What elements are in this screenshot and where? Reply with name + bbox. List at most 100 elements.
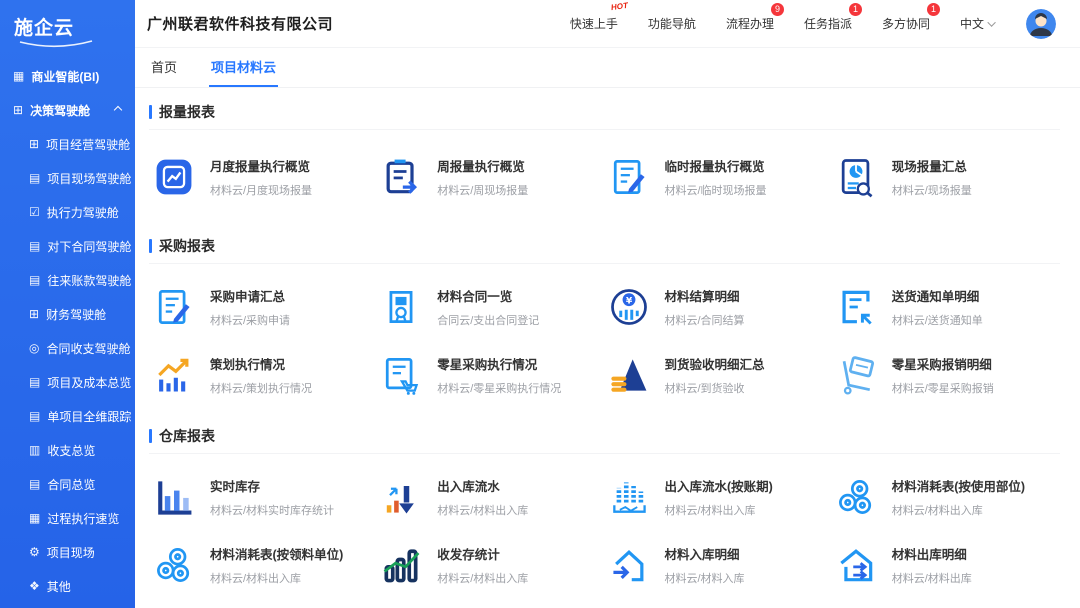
language-label: 中文 [960, 15, 984, 32]
card-planning-execution[interactable]: 策划执行情况材料云/策划执行情况 [151, 348, 378, 402]
card-consumption-by-use-part[interactable]: 材料消耗表(按使用部位)材料云/材料出入库 [833, 470, 1060, 524]
tab-project-material-cloud[interactable]: 项目材料云 [209, 48, 278, 87]
card-subtitle: 材料云/到货验收 [665, 380, 765, 396]
sidebar-item-project-site-cockpit[interactable]: ▤ 项目现场驾驶舱 [0, 161, 135, 195]
sidebar-item-contract-income-cockpit[interactable]: ◎ 合同收支驾驶舱 [0, 331, 135, 365]
sidebar-item-label: 其他 [47, 578, 71, 595]
card-subtitle: 材料云/采购申请 [210, 312, 290, 328]
nav-task-assignment[interactable]: 任务指派 1 [804, 15, 852, 32]
card-realtime-inventory[interactable]: 实时库存材料云/材料实时库存统计 [151, 470, 378, 524]
sidebar-item-execution-cockpit[interactable]: ☑ 执行力驾驶舱 [0, 195, 135, 229]
card-title: 材料出库明细 [892, 544, 972, 563]
card-site-volume-summary[interactable]: 现场报量汇总材料云/现场报量 [833, 150, 1060, 204]
sidebar-item-label: 单项目全维跟踪 [47, 408, 131, 425]
sidebar-item-income-expense-overview[interactable]: ▥ 收支总览 [0, 433, 135, 467]
card-material-settlement-detail[interactable]: 材料结算明细材料云/合同结算 [606, 280, 833, 334]
card-purchase-request-summary[interactable]: 采购申请汇总材料云/采购申请 [151, 280, 378, 334]
consumption-by-unit-icon [151, 542, 197, 588]
diamond-icon: ❖ [29, 579, 40, 593]
site-volume-summary-icon [833, 154, 879, 200]
app-root: 施企云 ▦ 商业智能(BI) ⊞ 决策驾驶舱 ⊞ 项目经营驾驶舱 ▤ 项目现场驾… [0, 0, 1080, 608]
user-avatar[interactable] [1026, 9, 1056, 39]
card-title: 实时库存 [210, 476, 334, 495]
check-doc-icon: ☑ [29, 205, 40, 219]
card-subtitle: 材料云/材料出入库 [437, 502, 528, 518]
nav-feature-navigation[interactable]: 功能导航 [648, 15, 696, 32]
card-petty-purchase-reimburse-detail[interactable]: 零星采购报销明细材料云/零星采购报销 [833, 348, 1060, 402]
inout-flow-period-icon [606, 474, 652, 520]
card-material-inbound-detail[interactable]: 材料入库明细材料云/材料入库 [606, 538, 833, 592]
sidebar-item-label: 收支总览 [47, 442, 95, 459]
sidebar-item-other[interactable]: ❖ 其他 [0, 569, 135, 603]
page-content: 报量报表 月度报量执行概览材料云/月度现场报量 周报量执行概览材料云/周现场报量… [135, 88, 1080, 608]
section-title: 报量报表 [159, 102, 215, 122]
sidebar-item-project-operation-cockpit[interactable]: ⊞ 项目经营驾驶舱 [0, 127, 135, 161]
realtime-inventory-icon [151, 474, 197, 520]
sidebar-item-label: 商业智能(BI) [31, 68, 99, 85]
card-arrival-inspection-summary[interactable]: 到货验收明细汇总材料云/到货验收 [606, 348, 833, 402]
card-title: 材料消耗表(按领料单位) [210, 544, 343, 563]
sidebar-item-single-project-tracking[interactable]: ▤ 单项目全维跟踪 [0, 399, 135, 433]
card-material-contract-list[interactable]: 材料合同一览合同云/支出合同登记 [378, 280, 605, 334]
material-contract-icon [378, 284, 424, 330]
sidebar-item-project-site[interactable]: ⚙ 项目现场 [0, 535, 135, 569]
card-title: 材料合同一览 [437, 286, 539, 305]
card-petty-purchase-execution[interactable]: 零星采购执行情况材料云/零星采购执行情况 [378, 348, 605, 402]
sidebar-item-label: 项目现场 [47, 544, 95, 561]
section-accent-bar [149, 105, 152, 119]
doc-icon: ▤ [29, 171, 40, 185]
monthly-volume-overview-icon [151, 154, 197, 200]
card-title: 到货验收明细汇总 [665, 354, 765, 373]
card-weekly-volume-overview[interactable]: 周报量执行概览材料云/周现场报量 [378, 150, 605, 204]
sidebar-item-label: 财务驾驶舱 [46, 306, 106, 323]
sidebar-item-sub-contract-cockpit[interactable]: ▤ 对下合同驾驶舱 [0, 229, 135, 263]
card-subtitle: 材料云/合同结算 [665, 312, 745, 328]
section-title: 采购报表 [159, 236, 215, 256]
weekly-volume-overview-icon [378, 154, 424, 200]
language-selector[interactable]: 中文 [960, 15, 996, 32]
card-title: 材料入库明细 [665, 544, 745, 563]
sidebar-item-account-cockpit[interactable]: ▤ 往来账款驾驶舱 [0, 263, 135, 297]
section-header: 报量报表 [149, 101, 1060, 123]
clipboard-icon: ▤ [29, 409, 40, 423]
card-delivery-notice-detail[interactable]: 送货通知单明细材料云/送货通知单 [833, 280, 1060, 334]
sidebar-item-process-execution-overview[interactable]: ▦ 过程执行速览 [0, 501, 135, 535]
coin-icon: ◎ [29, 341, 39, 355]
temp-volume-overview-icon [606, 154, 652, 200]
tab-home[interactable]: 首页 [149, 48, 179, 87]
gear-icon: ⚙ [29, 545, 40, 559]
inout-flow-icon [378, 474, 424, 520]
card-temp-volume-overview[interactable]: 临时报量执行概览材料云/临时现场报量 [606, 150, 833, 204]
card-inout-flow[interactable]: 出入库流水材料云/材料出入库 [378, 470, 605, 524]
card-title: 策划执行情况 [210, 354, 312, 373]
card-inout-flow-by-period[interactable]: 出入库流水(按账期)材料云/材料出入库 [606, 470, 833, 524]
sidebar-item-project-cost-overview[interactable]: ▤ 项目及成本总览 [0, 365, 135, 399]
sidebar-item-finance-cockpit[interactable]: ⊞ 财务驾驶舱 [0, 297, 135, 331]
card-subtitle: 材料云/零星采购执行情况 [437, 380, 561, 396]
section-purchase-reports: 采购报表 采购申请汇总材料云/采购申请 材料合同一览合同云/支出合同登记 材料结… [149, 235, 1060, 412]
sidebar-item-decision-cockpit[interactable]: ⊞ 决策驾驶舱 [0, 93, 135, 127]
card-subtitle: 材料云/材料实时库存统计 [210, 502, 334, 518]
section-accent-bar [149, 429, 152, 443]
card-monthly-volume-overview[interactable]: 月度报量执行概览材料云/月度现场报量 [151, 150, 378, 204]
logo-text: 施企云 [14, 18, 74, 39]
sidebar-item-business-intelligence[interactable]: ▦ 商业智能(BI) [0, 59, 135, 93]
card-grid: 采购申请汇总材料云/采购申请 材料合同一览合同云/支出合同登记 材料结算明细材料… [149, 264, 1060, 412]
petty-purchase-icon [378, 352, 424, 398]
nav-quick-start[interactable]: 快速上手 HOT [570, 15, 618, 32]
nav-process-handling[interactable]: 流程办理 9 [726, 15, 774, 32]
card-subtitle: 材料云/临时现场报量 [665, 182, 767, 198]
card-receive-send-stock-stats[interactable]: 收发存统计材料云/材料出入库 [378, 538, 605, 592]
nav-label: 流程办理 [726, 17, 774, 31]
card-title: 材料结算明细 [665, 286, 745, 305]
nav-multi-party-collaboration[interactable]: 多方协同 1 [882, 15, 930, 32]
chevron-up-icon [114, 106, 122, 114]
card-material-outbound-detail[interactable]: 材料出库明细材料云/材料出库 [833, 538, 1060, 592]
sidebar-item-contract-overview[interactable]: ▤ 合同总览 [0, 467, 135, 501]
card-title: 月度报量执行概览 [210, 156, 312, 175]
sidebar-item-label: 往来账款驾驶舱 [47, 272, 131, 289]
section-accent-bar [149, 239, 152, 253]
book-icon: ▥ [29, 443, 40, 457]
card-consumption-by-pick-unit[interactable]: 材料消耗表(按领料单位)材料云/材料出入库 [151, 538, 378, 592]
card-title: 采购申请汇总 [210, 286, 290, 305]
